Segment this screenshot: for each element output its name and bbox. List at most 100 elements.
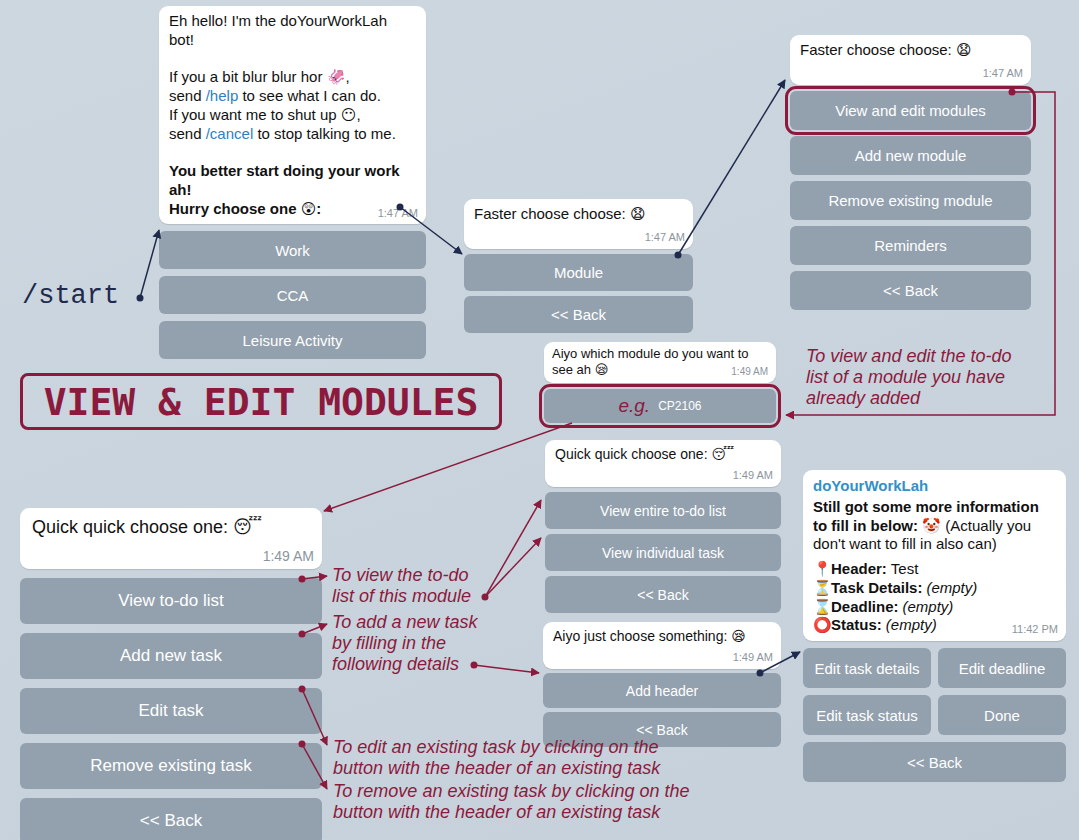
field-value: (empty) [926, 579, 977, 596]
field-icon: ⏳ [813, 579, 831, 598]
message-text: If you want me to shut up 😶, [169, 106, 361, 123]
keyboard-button[interactable]: Edit task details [803, 648, 931, 688]
arrow-icon [299, 576, 328, 583]
message-time: 1:47 AM [378, 207, 418, 221]
command-link[interactable]: /cancel [206, 125, 254, 142]
message-text: Hurry choose one 😲: [169, 200, 321, 217]
keyboard-button[interactable]: Leisure Activity [159, 321, 426, 359]
arrow-icon [786, 89, 1055, 416]
keyboard-button[interactable]: Edit deadline [938, 648, 1066, 688]
example-hint: e.g. [618, 395, 650, 417]
keyboard-button[interactable]: Add new task [20, 633, 322, 679]
keyboard-button[interactable]: Edit task [20, 688, 322, 734]
task-field: ⌛Deadline:(empty) [813, 598, 1056, 617]
arrow-icon [299, 624, 328, 638]
arrow-icon [137, 230, 160, 302]
message-line [169, 50, 416, 69]
arrow-icon [471, 662, 540, 674]
chat-menu: Faster choose choose: 😧1:47 AMModule<< B… [464, 199, 693, 333]
keyboard-button[interactable]: View entire to-do list [545, 492, 781, 529]
field-icon: 📍 [813, 560, 831, 579]
chat-menu: Eh hello! I'm the doYourWorkLah bot! If y… [159, 6, 426, 359]
field-label: Status: [831, 616, 882, 633]
chat-menu: Faster choose choose: 😧 1:47 AM View and e… [790, 35, 1031, 310]
card-intro: Still got some more information to fill … [813, 498, 1056, 554]
field-label: Header: [831, 560, 887, 577]
arrow-icon [299, 686, 328, 746]
task-card-group: doYourWorkLahStill got some more informa… [803, 470, 1066, 782]
keyboard-button[interactable]: Reminders [790, 226, 1031, 265]
keyboard-button[interactable]: Edit task status [803, 695, 931, 735]
arrow-icon [675, 80, 786, 259]
arrow-icon [485, 538, 541, 597]
keyboard-button[interactable]: Add new module [790, 136, 1031, 175]
message-bubble: Aiyo just choose something: 😪1:49 AM [543, 622, 781, 669]
keyboard-button[interactable]: Work [159, 231, 426, 269]
keyboard-button[interactable]: Done [938, 695, 1066, 735]
time-spacer [474, 237, 531, 238]
field-value: Test [891, 560, 919, 577]
task-card: doYourWorkLahStill got some more informa… [803, 470, 1066, 641]
annotation-line: button with the header of an existing ta… [333, 802, 690, 823]
time-spacer [937, 629, 994, 630]
message-line [169, 143, 416, 162]
message-bubble: Quick quick choose one: 😴1:49 AM [545, 440, 781, 487]
command-link[interactable]: /help [206, 87, 239, 104]
diagram-canvas: /startVIEW & EDIT MODULESEh hello! I'm t… [0, 0, 1079, 840]
annotation-line: button with the header of an existing ta… [333, 758, 660, 779]
message-time: 1:47 AM [983, 67, 1023, 81]
message-text: If you a bit blur blur hor 🦑, [169, 68, 350, 85]
keyboard-button[interactable]: View individual task [545, 534, 781, 571]
annotation-line: already added [806, 388, 1011, 409]
annotation: To view and edit the to-dolist of a modu… [806, 346, 1011, 409]
message-time: 1:47 AM [645, 231, 685, 245]
message-text: Faster choose choose: 😧 [800, 41, 972, 58]
keyboard-button[interactable]: CCA [159, 276, 426, 314]
keyboard-button[interactable]: Remove existing module [790, 181, 1031, 220]
message-line: send /cancel to stop talking to me. [169, 125, 416, 144]
annotation-line: by filling in the [332, 633, 477, 654]
time-spacer [608, 373, 660, 374]
keyboard-button[interactable]: << Back [790, 271, 1031, 310]
time-spacer [800, 73, 857, 74]
keyboard-button[interactable]: Add header [543, 673, 781, 708]
chat-menu: Quick quick choose one: 😴1:49 AMView to-… [20, 508, 322, 840]
message-text: send [169, 87, 206, 104]
chat-menu: Quick quick choose one: 😴1:49 AM View ent… [545, 440, 781, 613]
time-spacer [32, 555, 105, 556]
field-icon: ⭕ [813, 616, 831, 635]
button-label: CP2106 [658, 399, 701, 413]
arrow-icon [757, 652, 801, 677]
chat-menu: Aiyo just choose something: 😪1:49 AM Add … [543, 622, 781, 747]
time-spacer [321, 213, 378, 214]
message-text: You better start doing your work ah! [169, 162, 400, 198]
field-value: (empty) [886, 616, 937, 633]
message-time: 1:49 AM [731, 366, 768, 379]
annotation: To remove an existing task by clicking o… [333, 781, 690, 823]
message-time: 11:42 PM [1012, 623, 1058, 637]
keyboard-button[interactable]: View to-do list [20, 578, 322, 624]
arrow-icon [299, 741, 328, 790]
keyboard-button[interactable]: View and edit modules [790, 91, 1031, 130]
keyboard-button[interactable]: << Back [545, 576, 781, 613]
message-text: Aiyo which module do you want to see ah … [552, 346, 749, 377]
message-line: You better start doing your work ah! [169, 162, 416, 200]
task-field: ⏳Task Details:(empty) [813, 579, 1056, 598]
annotation-line: To edit an existing task by clicking on … [333, 737, 660, 758]
keyboard-button[interactable]: << Back [803, 742, 1066, 782]
message-text: Eh hello! I'm the doYourWorkLah bot! [169, 12, 387, 48]
annotation-line: list of this module [332, 586, 471, 607]
field-value: (empty) [903, 598, 954, 615]
message-line: If you want me to shut up 😶, [169, 106, 416, 125]
field-label: Deadline: [831, 598, 899, 615]
keyboard-button[interactable]: << Back [464, 296, 693, 333]
field-icon: ⌛ [813, 598, 831, 617]
annotation-line: list of a module you have [806, 367, 1011, 388]
chat-menu: Aiyo which module do you want to see ah … [544, 342, 776, 423]
keyboard-button[interactable]: << Back [20, 798, 322, 840]
keyboard-button[interactable]: Remove existing task [20, 743, 322, 789]
keyboard-button[interactable]: Module [464, 254, 693, 291]
message-text: Aiyo just choose something: 😪 [553, 628, 746, 644]
keyboard-button[interactable]: e.g. CP2106 [544, 389, 776, 423]
start-command: /start [22, 281, 119, 311]
